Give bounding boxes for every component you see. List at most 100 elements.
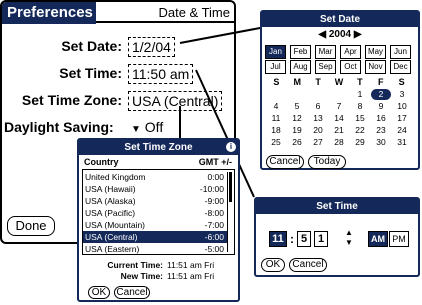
weekday-label: T [315, 77, 321, 87]
tz-cancel-button[interactable]: Cancel [114, 286, 150, 299]
hour-field[interactable]: 11 [269, 231, 287, 247]
am-button[interactable]: AM [368, 231, 388, 247]
arrow-left-icon[interactable]: ◀ [318, 29, 326, 40]
time-zone-name: USA (Hawaii) [85, 184, 136, 194]
year-selector: ◀ 2004 ▶ [304, 29, 376, 41]
set-date-title: Set Date [262, 12, 418, 27]
time-stepper[interactable]: ▲ ▼ [344, 228, 354, 250]
time-cancel-button[interactable]: Cancel [289, 258, 327, 272]
day-cell[interactable]: 20 [308, 125, 328, 136]
day-cell[interactable]: 30 [371, 137, 391, 148]
minute-ones-field[interactable]: 1 [314, 231, 328, 247]
list-scrollbar[interactable] [227, 172, 233, 252]
month-cell[interactable]: Mar [315, 45, 336, 59]
set-time-zone-title-text: Set Time Zone [124, 142, 193, 153]
day-cell[interactable]: 12 [287, 113, 307, 124]
time-zone-row[interactable]: USA (Hawaii) -10:00 [83, 183, 228, 195]
time-zone-row[interactable]: USA (Alaska) -9:00 [83, 195, 228, 207]
month-cell[interactable]: Jun [390, 45, 411, 59]
time-zone-name: United Kingdom [85, 172, 146, 182]
day-cell[interactable]: 6 [308, 101, 328, 112]
day-cell[interactable]: 11 [266, 113, 286, 124]
time-zone-row[interactable]: USA (Mountain) -7:00 [83, 219, 228, 231]
day-cell[interactable]: 16 [371, 113, 391, 124]
set-time-zone-title: Set Time Zone i [79, 140, 238, 155]
month-cell[interactable]: Aug [290, 60, 311, 74]
day-cell[interactable]: 2 [371, 89, 391, 100]
month-cell[interactable]: Oct [340, 60, 361, 74]
day-cell[interactable]: 8 [350, 101, 370, 112]
time-zone-row[interactable]: USA (Central) -6:00 [83, 231, 228, 243]
weekday-label: M [293, 77, 302, 87]
weekday-label: W [334, 77, 344, 87]
day-cell[interactable]: 9 [371, 101, 391, 112]
triangle-up-icon[interactable]: ▲ [344, 228, 354, 238]
date-today-button[interactable]: Today [308, 155, 346, 169]
day-cell[interactable]: 7 [329, 101, 349, 112]
day-cell[interactable]: 4 [266, 101, 286, 112]
time-zone-offset: -6:00 [204, 232, 224, 242]
month-cell[interactable]: Jul [265, 60, 286, 74]
day-cell[interactable]: 27 [308, 137, 328, 148]
day-cell[interactable]: 29 [350, 137, 370, 148]
time-zone-offset: 0:00 [207, 172, 224, 182]
triangle-down-icon[interactable]: ▼ [344, 238, 354, 248]
time-zone-offset: -7:00 [204, 220, 224, 230]
month-grid: Jan Feb Mar Apr May Jun Jul Aug Sep Oct Nov Dec [265, 45, 415, 74]
month-cell[interactable]: Feb [290, 45, 311, 59]
month-cell[interactable]: May [365, 45, 386, 59]
scrollbar-thumb[interactable] [229, 172, 232, 202]
set-time-dialog: Set Time 11 : 5 1 ▲ ▼ AM PM OK Cancel [254, 197, 420, 277]
day-cell[interactable]: 3 [392, 89, 412, 100]
day-cell[interactable]: 21 [329, 125, 349, 136]
date-cancel-button[interactable]: Cancel [266, 155, 304, 169]
time-zone-name: USA (Pacific) [85, 208, 136, 218]
day-cell[interactable]: 25 [266, 137, 286, 148]
day-cell[interactable]: 18 [266, 125, 286, 136]
day-cell[interactable]: 26 [287, 137, 307, 148]
day-cell[interactable]: 28 [329, 137, 349, 148]
minute-tens-field[interactable]: 5 [297, 231, 311, 247]
time-zone-row[interactable]: United Kingdom 0:00 [83, 171, 228, 183]
set-time-zone-dialog: Set Time Zone i Country GMT +/- United K… [77, 138, 240, 302]
weekday-header: SMTWTFS [266, 77, 412, 88]
weekday-label: S [273, 77, 280, 87]
new-time-label: New Time: [120, 271, 163, 281]
time-zone-name: USA (Eastern) [85, 244, 140, 254]
day-cell[interactable]: 1 [350, 89, 370, 100]
day-cell[interactable]: 14 [329, 113, 349, 124]
info-icon[interactable]: i [226, 142, 236, 152]
month-cell[interactable]: Jan [265, 45, 286, 59]
connector-set-date [179, 27, 261, 44]
day-cell[interactable]: 13 [308, 113, 328, 124]
current-time-value: 11:51 am Fri [167, 260, 215, 270]
time-zone-row[interactable]: USA (Pacific) -8:00 [83, 207, 228, 219]
tz-ok-button[interactable]: OK [88, 286, 110, 299]
col-country-header: Country [84, 157, 119, 167]
weekday-label: S [398, 77, 405, 87]
day-cell[interactable]: 19 [287, 125, 307, 136]
pm-button[interactable]: PM [389, 231, 409, 247]
month-cell[interactable]: Nov [365, 60, 386, 74]
day-cell[interactable]: 10 [392, 101, 412, 112]
time-zone-offset: -9:00 [204, 196, 224, 206]
day-grid: 1 2 3 4 5 6 7 8 9 10 11 12 13 14 15 16 17 18 19 20 21 22 23 24 2… [266, 89, 412, 149]
day-cell[interactable]: 5 [287, 101, 307, 112]
time-colon: : [290, 232, 294, 246]
day-cell[interactable]: 17 [392, 113, 412, 124]
month-cell[interactable]: Sep [315, 60, 336, 74]
weekday-label: F [377, 77, 384, 87]
day-cell[interactable]: 23 [371, 125, 391, 136]
day-cell[interactable]: 15 [350, 113, 370, 124]
day-cell[interactable]: 24 [392, 125, 412, 136]
month-cell[interactable]: Dec [390, 60, 411, 74]
weekday-label: T [357, 77, 363, 87]
month-cell[interactable]: Apr [340, 45, 361, 59]
day-cell[interactable]: 22 [350, 125, 370, 136]
time-zone-offset: -10:00 [199, 184, 224, 194]
col-gmt-header: GMT +/- [198, 157, 232, 167]
arrow-right-icon[interactable]: ▶ [354, 29, 362, 40]
day-cell[interactable]: 31 [392, 137, 412, 148]
time-zone-row[interactable]: USA (Eastern) -5:00 [83, 243, 228, 255]
time-ok-button[interactable]: OK [261, 258, 285, 272]
